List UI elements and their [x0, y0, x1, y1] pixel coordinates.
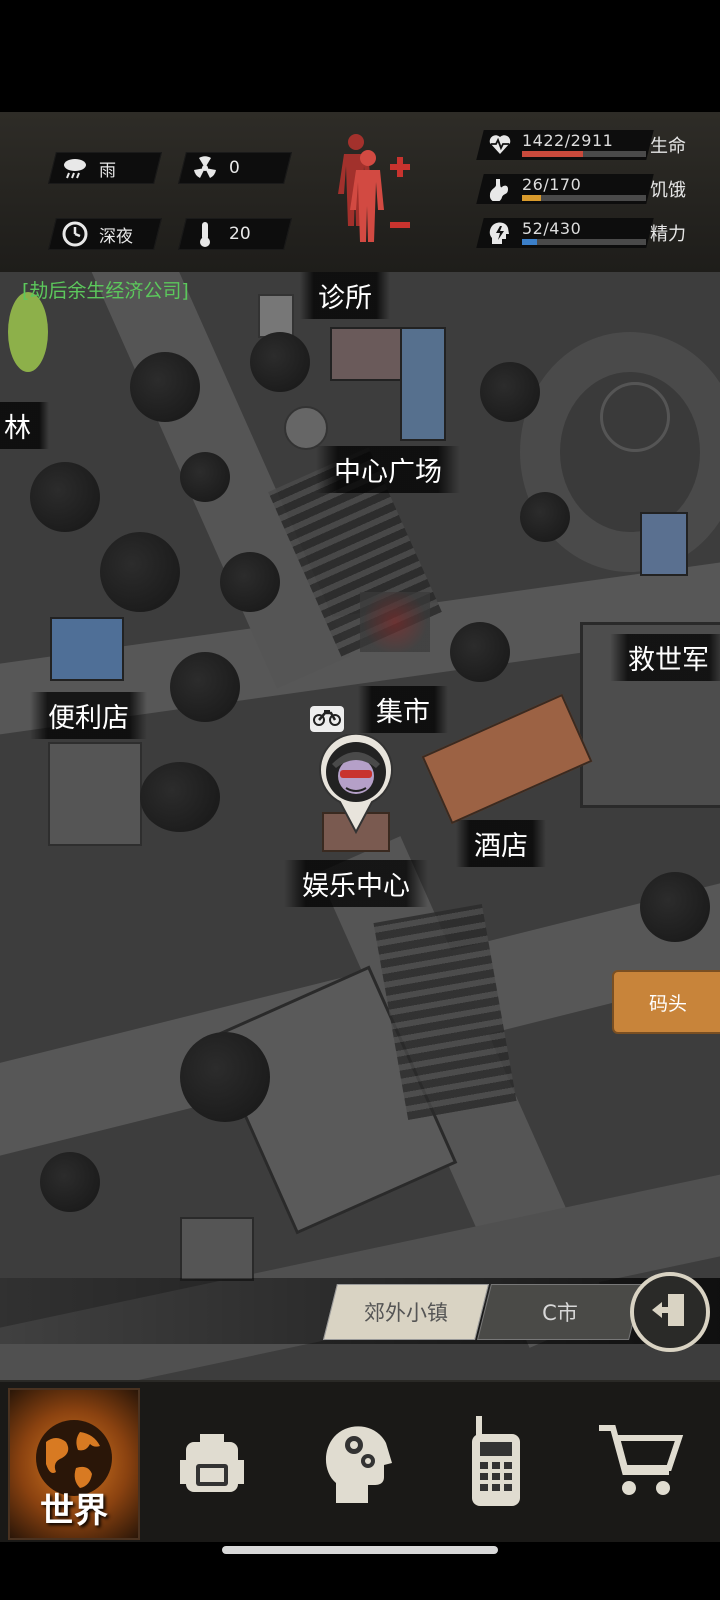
exit-button[interactable]	[630, 1272, 710, 1352]
region-tab-city[interactable]: C市	[477, 1284, 643, 1340]
rain-cloud-icon	[61, 154, 89, 182]
weather-text: 雨	[99, 160, 116, 181]
nav-radio[interactable]	[432, 1388, 560, 1536]
bottom-nav: 世界	[0, 1380, 720, 1542]
radiation-chip: 0	[178, 152, 292, 184]
location-convenience[interactable]: 便利店	[30, 692, 147, 739]
weather-chip: 雨	[48, 152, 162, 184]
energy-value: 52/430	[522, 219, 582, 238]
time-text: 深夜	[99, 226, 133, 247]
energy-label: 精力	[650, 224, 686, 245]
radiation-icon	[191, 154, 219, 182]
energy-bar-fill	[522, 239, 537, 245]
hunger-label: 饥饿	[650, 180, 686, 201]
nav-skills[interactable]	[292, 1388, 420, 1536]
region-tab-city-label: C市	[542, 1301, 578, 1325]
location-plaza[interactable]: 中心广场	[316, 446, 460, 493]
health-value: 1422/2911	[522, 131, 614, 150]
hunger-stat: 26/170	[476, 174, 654, 205]
player-marker[interactable]	[318, 732, 394, 835]
dock-button[interactable]: 码头	[612, 970, 720, 1034]
region-tab-suburb[interactable]: 郊外小镇	[323, 1284, 489, 1340]
temperature-text: 20	[229, 224, 251, 244]
health-label: 生命	[650, 136, 686, 157]
region-tab-suburb-label: 郊外小镇	[364, 1301, 448, 1325]
location-salvation[interactable]: 救世军	[610, 634, 720, 681]
temperature-chip: 20	[178, 218, 292, 250]
stomach-icon	[488, 177, 510, 205]
location-market[interactable]: 集市	[358, 686, 448, 733]
thermometer-icon	[191, 220, 219, 248]
hunger-value: 26/170	[522, 175, 582, 194]
head-energy-icon	[488, 220, 510, 250]
nav-shop[interactable]	[576, 1388, 704, 1536]
company-label[interactable]: [劫后余生经济公司]	[22, 276, 189, 303]
location-entertainment[interactable]: 娱乐中心	[284, 860, 428, 907]
energy-stat: 52/430	[476, 218, 654, 250]
heart-pulse-icon	[488, 133, 512, 159]
nav-world[interactable]: 世界	[8, 1388, 140, 1540]
dock-label: 码头	[648, 992, 687, 1015]
time-chip: 深夜	[48, 218, 162, 250]
body-status-figure[interactable]	[330, 130, 420, 260]
status-hud: 雨 0 深夜 20 1422/2911 生命 26/170 饥饿 52/430 …	[0, 112, 720, 274]
town-map[interactable]: [劫后余生经济公司] 诊所 中心广场 林 便利店 集市 救世军 酒店 娱乐中心 …	[0, 272, 720, 1380]
location-left-edge[interactable]: 林	[0, 402, 49, 449]
hunger-bar-fill	[522, 195, 541, 201]
brain-head-icon	[316, 1415, 396, 1509]
nav-world-label: 世界	[40, 1491, 108, 1531]
backpack-icon	[172, 1420, 252, 1504]
vehicle-badge[interactable]	[310, 706, 344, 732]
clock-icon	[61, 220, 89, 248]
location-hotel[interactable]: 酒店	[456, 820, 546, 867]
motorcycle-icon	[313, 708, 341, 730]
cart-icon	[595, 1420, 685, 1504]
radio-icon	[466, 1412, 526, 1512]
home-indicator[interactable]	[222, 1546, 498, 1554]
location-clinic[interactable]: 诊所	[300, 272, 390, 319]
health-stat: 1422/2911	[476, 130, 654, 160]
exit-door-icon	[650, 1290, 690, 1334]
nav-inventory[interactable]	[148, 1388, 276, 1536]
radiation-text: 0	[229, 158, 240, 178]
health-bar-fill	[522, 151, 583, 157]
